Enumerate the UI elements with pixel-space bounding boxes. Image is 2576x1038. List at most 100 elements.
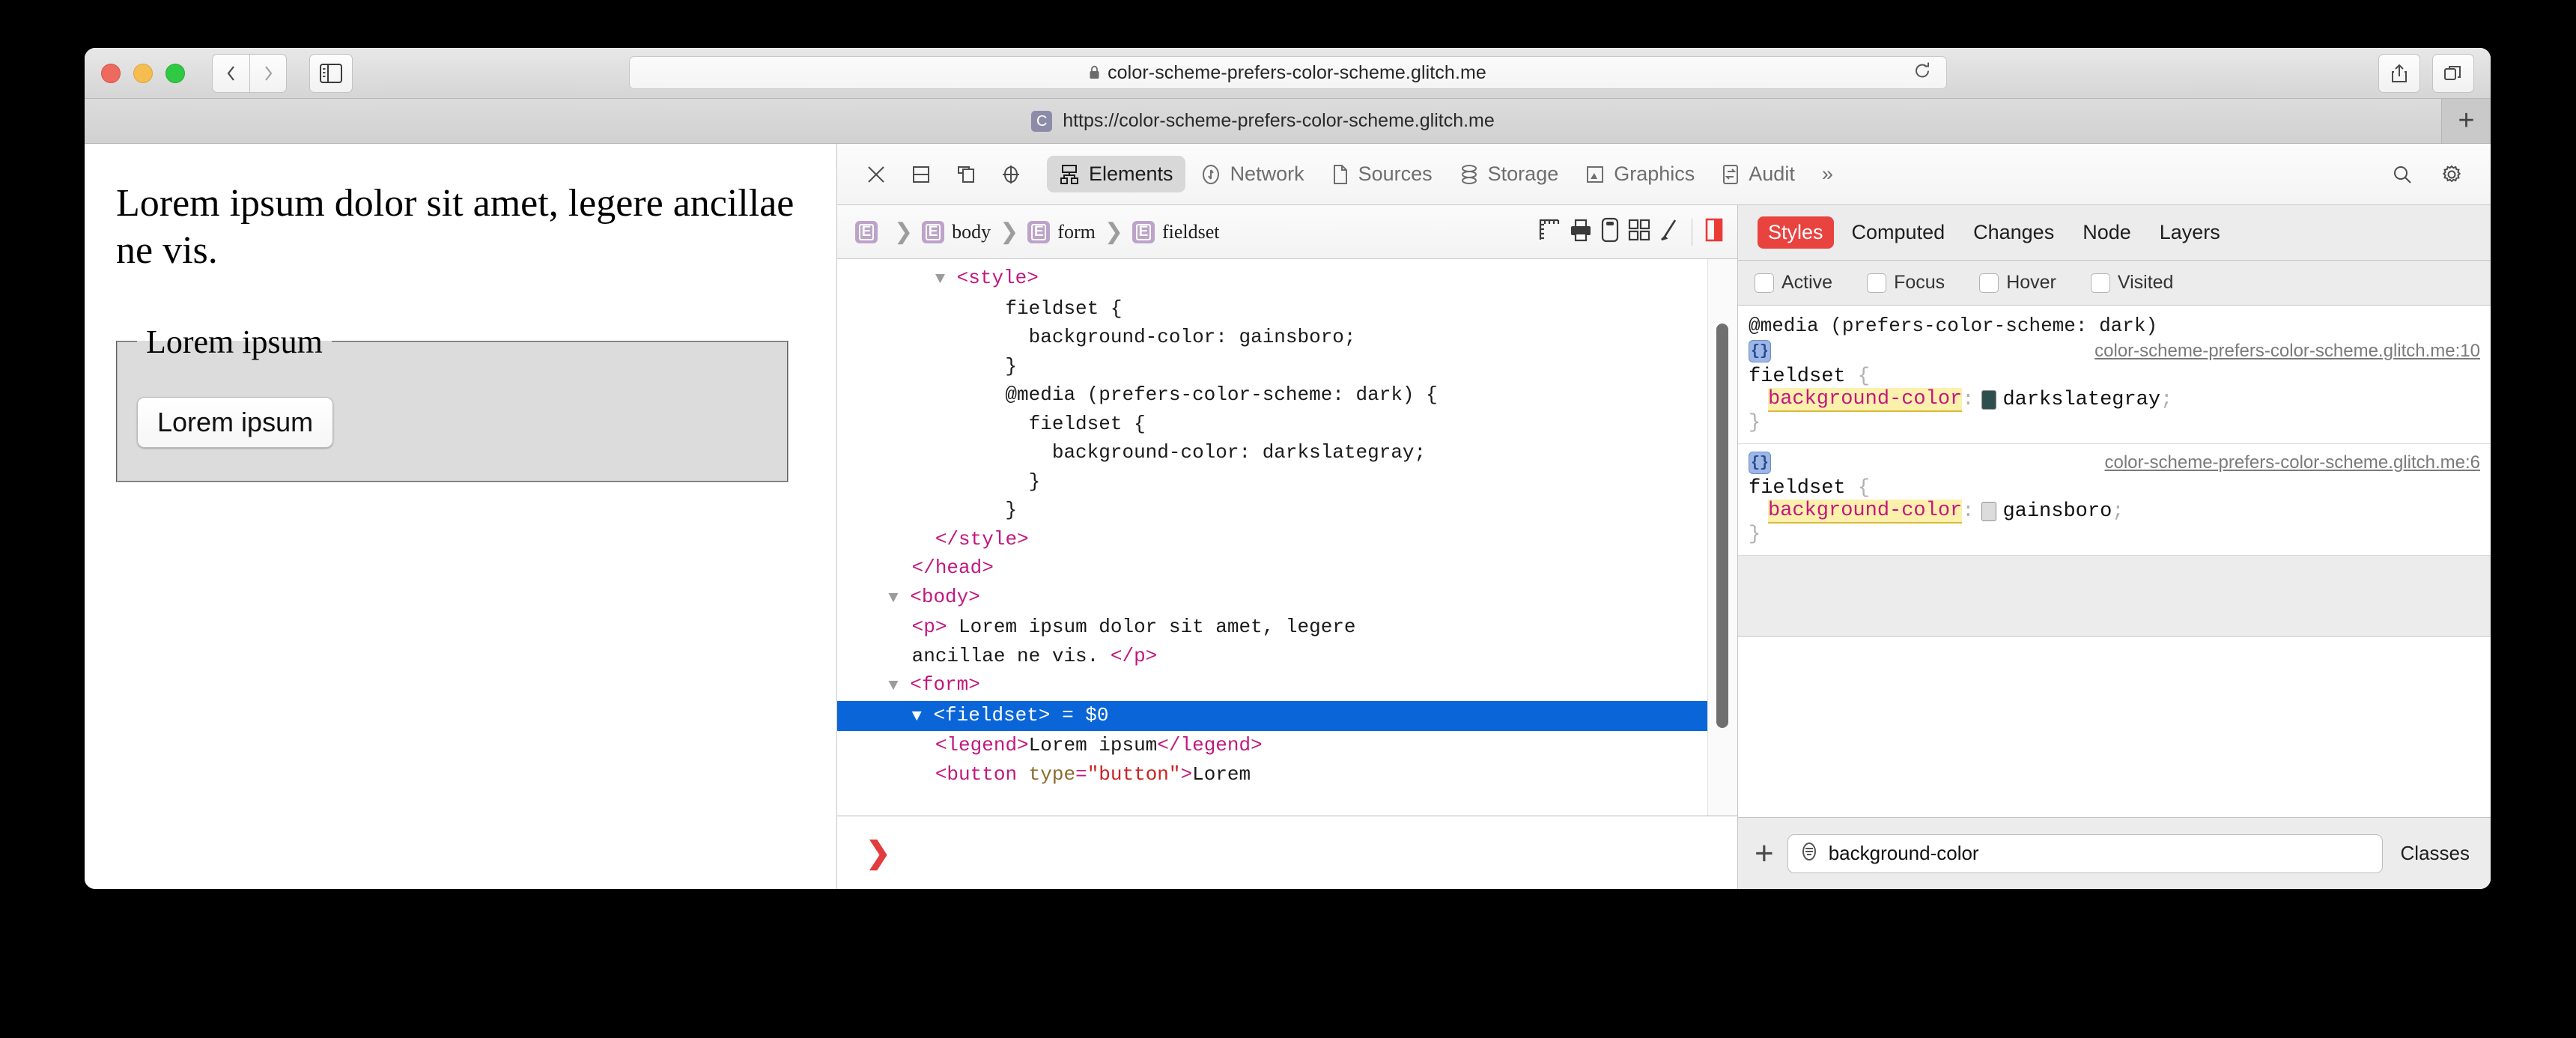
dock-separate-icon <box>958 166 974 183</box>
dom-line[interactable]: </style> <box>837 525 1737 554</box>
tab-network[interactable]: Network <box>1188 156 1316 192</box>
dom-tree[interactable]: ▼ <style> fieldset { background-color: g… <box>837 259 1737 816</box>
zoom-window-button[interactable] <box>165 63 185 83</box>
dom-line[interactable]: ▼ <body> <box>837 583 1737 613</box>
css-rule-light[interactable]: {} color-scheme-prefers-color-scheme.gli… <box>1738 444 2491 556</box>
disclosure-triangle-icon[interactable]: ▼ <box>912 707 922 726</box>
styles-tab-layers[interactable]: Layers <box>2149 216 2231 249</box>
tab-elements[interactable]: Elements <box>1047 156 1185 192</box>
layout-rulers-button[interactable] <box>1537 217 1561 246</box>
dom-line[interactable]: ▼ <form> <box>837 670 1737 701</box>
breadcrumb-item-fieldset[interactable]: E fieldset <box>1128 220 1224 243</box>
stylesheet-braces-icon[interactable]: {} <box>1749 452 1771 474</box>
minimize-window-button[interactable] <box>133 63 153 83</box>
classes-button[interactable]: Classes <box>2396 842 2474 865</box>
browser-window: color-scheme-prefers-color-scheme.glitch… <box>85 48 2491 889</box>
breadcrumb-item-form[interactable]: E form <box>1023 220 1100 243</box>
disclosure-triangle-icon[interactable]: ▼ <box>935 270 945 288</box>
tab-overflow-button[interactable]: » <box>1810 156 1845 192</box>
close-icon <box>868 166 884 183</box>
devtools-close-button[interactable] <box>854 153 899 196</box>
pseudo-state-focus[interactable]: Focus <box>1867 272 1945 294</box>
pseudo-state-visited[interactable]: Visited <box>2090 272 2173 294</box>
breadcrumb-item-root[interactable]: E <box>851 220 890 243</box>
dom-line[interactable]: </head> <box>837 553 1737 583</box>
tab-graphics[interactable]: Graphics <box>1573 156 1707 192</box>
network-icon <box>1202 164 1219 184</box>
declaration-light[interactable]: background-color: gainsboro; <box>1738 500 2491 523</box>
highlight-node-button[interactable] <box>1704 217 1724 246</box>
checkbox-hover[interactable] <box>1979 273 1999 293</box>
declaration-dark[interactable]: background-color: darkslategray; <box>1738 388 2491 412</box>
styles-tab-changes[interactable]: Changes <box>1963 216 2065 249</box>
tab-sources[interactable]: Sources <box>1319 156 1445 192</box>
back-button[interactable] <box>212 53 249 93</box>
rule-selector-dark[interactable]: fieldset { <box>1738 365 2491 388</box>
print-button[interactable] <box>1569 217 1593 246</box>
new-tab-button[interactable]: + <box>2441 99 2491 143</box>
pseudo-label-focus: Focus <box>1894 272 1945 293</box>
dom-line[interactable]: background-color: darkslategray; <box>837 438 1737 467</box>
declaration-property-light[interactable]: background-color <box>1768 500 1963 523</box>
rule-selector-light[interactable]: fieldset { <box>1738 477 2491 500</box>
styles-tab-node[interactable]: Node <box>2072 216 2142 249</box>
disclosure-triangle-icon[interactable]: ▼ <box>888 589 898 607</box>
grid-overlay-button[interactable] <box>1627 217 1651 246</box>
devtools-settings-button[interactable] <box>2429 153 2474 196</box>
devtools-search-button[interactable] <box>2380 153 2425 196</box>
pseudo-state-active[interactable]: Active <box>1755 272 1832 294</box>
pseudo-state-hover[interactable]: Hover <box>1979 272 2056 294</box>
dom-tree-scrollbar[interactable] <box>1716 324 1728 728</box>
dock-separate-button[interactable] <box>944 153 988 196</box>
dom-line[interactable]: @media (prefers-color-scheme: dark) { <box>837 380 1737 410</box>
dom-line-selected[interactable]: ▼ <fieldset> = $0 <box>837 700 1737 731</box>
dom-line[interactable]: background-color: gainsboro; <box>837 323 1737 352</box>
checkbox-active[interactable] <box>1755 273 1774 293</box>
dom-line[interactable]: } <box>837 352 1737 381</box>
console-prompt-bar[interactable]: ❯ <box>837 816 1737 889</box>
dom-line[interactable]: <legend>Lorem ipsum</legend> <box>837 731 1737 760</box>
dom-line[interactable]: ancillae ne vis. </p> <box>837 642 1737 671</box>
show-sidebar-button[interactable] <box>309 53 353 93</box>
browser-tab[interactable]: C https://color-scheme-prefers-color-sch… <box>85 99 2441 143</box>
address-bar[interactable]: color-scheme-prefers-color-scheme.glitch… <box>628 56 1947 89</box>
dom-line[interactable]: ▼ <style> <box>837 264 1737 294</box>
device-preview-button[interactable] <box>1600 217 1620 246</box>
styles-tab-styles[interactable]: Styles <box>1758 216 1834 249</box>
add-rule-button[interactable]: + <box>1755 837 1774 870</box>
declaration-value-light[interactable]: gainsboro <box>2002 500 2112 523</box>
declaration-property-dark[interactable]: background-color <box>1768 388 1963 412</box>
dom-line[interactable]: <p> Lorem ipsum dolor sit amet, legere <box>837 613 1737 642</box>
stylesheet-braces-icon[interactable]: {} <box>1749 340 1771 362</box>
checkbox-focus[interactable] <box>1867 273 1887 293</box>
styles-tab-computed[interactable]: Computed <box>1841 216 1956 249</box>
dom-line[interactable]: } <box>837 467 1737 497</box>
rule-source-link-light[interactable]: color-scheme-prefers-color-scheme.glitch… <box>2105 452 2481 473</box>
declaration-value-dark[interactable]: darkslategray <box>2002 389 2160 411</box>
forward-button[interactable] <box>249 53 287 93</box>
close-window-button[interactable] <box>101 63 121 83</box>
color-swatch-dark[interactable] <box>1981 390 1997 410</box>
dom-line[interactable]: <button type="button">Lorem <box>837 760 1737 789</box>
dom-line[interactable]: fieldset { <box>837 410 1737 439</box>
tab-overview-button[interactable] <box>2432 53 2474 93</box>
paint-flashing-button[interactable] <box>1659 217 1680 246</box>
dock-bottom-button[interactable] <box>899 153 944 196</box>
page-lorem-button[interactable]: Lorem ipsum <box>137 396 334 448</box>
checkbox-visited[interactable] <box>2090 273 2110 293</box>
dom-line[interactable]: } <box>837 496 1737 525</box>
css-rule-dark[interactable]: @media (prefers-color-scheme: dark) {} c… <box>1738 306 2491 444</box>
styles-filter-value[interactable]: background-color <box>1829 842 1979 865</box>
share-button[interactable] <box>2378 53 2420 93</box>
tab-storage[interactable]: Storage <box>1448 156 1571 192</box>
reload-button[interactable] <box>1913 61 1931 85</box>
rule-source-link-dark[interactable]: color-scheme-prefers-color-scheme.glitch… <box>2094 341 2480 362</box>
color-swatch-light[interactable] <box>1981 502 1997 521</box>
disclosure-triangle-icon[interactable]: ▼ <box>888 676 898 695</box>
breadcrumb-item-body[interactable]: E body <box>917 220 995 243</box>
tab-audit[interactable]: Audit <box>1710 156 1807 192</box>
page-viewport: Lorem ipsum dolor sit amet, legere ancil… <box>85 144 837 889</box>
dom-line[interactable]: fieldset { <box>837 294 1737 324</box>
styles-filter-input[interactable]: background-color <box>1787 834 2383 873</box>
inspect-element-button[interactable] <box>988 153 1033 196</box>
